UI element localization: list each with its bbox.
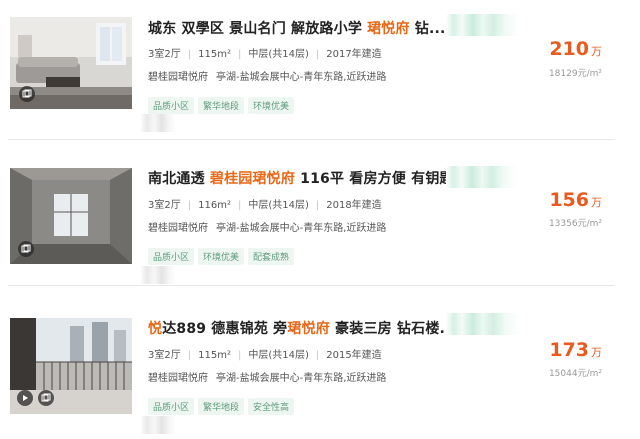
blurred-badge bbox=[446, 313, 520, 335]
title-highlight: 碧桂园珺悦府 bbox=[209, 171, 296, 187]
tag-list: 品质小区 环境优美 配套成熟 bbox=[148, 245, 298, 265]
title-text: 钻... bbox=[409, 21, 446, 37]
listing-card[interactable]: 悦达889 德惠锦苑 旁珺悦府 豪装三房 钻石楼... 3室2厅 | 115m² | 中… bbox=[0, 296, 640, 436]
total-price: 173 万 bbox=[549, 339, 602, 361]
listing-photo[interactable] bbox=[10, 17, 132, 109]
tag: 繁华地段 bbox=[198, 97, 245, 114]
separator: | bbox=[187, 49, 192, 60]
title-text: 城东 双學区 景山名门 解放路小学 bbox=[148, 21, 368, 37]
room-layout: 3室2厅 bbox=[148, 350, 181, 361]
area: 115m² bbox=[198, 350, 231, 361]
listing-title[interactable]: 悦达889 德惠锦苑 旁珺悦府 豪装三房 钻石楼... bbox=[148, 318, 456, 338]
title-highlight: 珺悦府 bbox=[287, 321, 330, 337]
area: 115m² bbox=[198, 49, 231, 60]
separator: | bbox=[315, 200, 320, 211]
listing-address: 碧桂园珺悦府 亭湖-盐城会展中心-青年东路,近跃进路 bbox=[148, 219, 394, 234]
tag: 配套成熟 bbox=[248, 248, 295, 265]
room-layout: 3室2厅 bbox=[148, 200, 181, 211]
price-value: 210 bbox=[549, 38, 589, 60]
location: 亭湖-盐城会展中心-青年东路,近跃进路 bbox=[216, 223, 387, 234]
tag-list: 品质小区 繁华地段 环境优美 bbox=[148, 94, 298, 114]
listing-address: 碧桂园珺悦府 亭湖-盐城会展中心-青年东路,近跃进路 bbox=[148, 68, 394, 83]
separator: | bbox=[237, 200, 242, 211]
build-year: 2015年建造 bbox=[326, 350, 382, 361]
tag: 品质小区 bbox=[148, 398, 195, 415]
build-year: 2017年建造 bbox=[326, 49, 382, 60]
blurred-text bbox=[140, 266, 176, 284]
location: 亭湖-盐城会展中心-青年东路,近跃进路 bbox=[216, 373, 387, 384]
community-name[interactable]: 碧桂园珺悦府 bbox=[148, 373, 208, 384]
listing-meta: 3室2厅 | 115m² | 中层(共14层) | 2017年建造 bbox=[148, 45, 382, 60]
build-year: 2018年建造 bbox=[326, 200, 382, 211]
tag: 品质小区 bbox=[148, 248, 195, 265]
tag: 品质小区 bbox=[148, 97, 195, 114]
price-unit: 万 bbox=[591, 196, 602, 209]
area: 116m² bbox=[198, 200, 231, 211]
price-unit: 万 bbox=[591, 45, 602, 58]
floor: 中层(共14层) bbox=[248, 49, 309, 60]
price-value: 156 bbox=[549, 189, 589, 211]
community-name[interactable]: 碧桂园珺悦府 bbox=[148, 72, 208, 83]
tag: 繁华地段 bbox=[198, 398, 245, 415]
listing-photo[interactable] bbox=[10, 318, 132, 414]
listing-card[interactable]: 城东 双學区 景山名门 解放路小学 珺悦府 钻... 3室2厅 | 115m² | 中层… bbox=[0, 0, 640, 140]
blurred-badge bbox=[446, 14, 520, 36]
tag: 环境优美 bbox=[198, 248, 245, 265]
listing-address: 碧桂园珺悦府 亭湖-盐城会展中心-青年东路,近跃进路 bbox=[148, 369, 394, 384]
unit-price: 15044元/m² bbox=[548, 369, 602, 379]
blurred-badge bbox=[446, 166, 518, 188]
title-highlight: 珺悦府 bbox=[367, 21, 410, 37]
gallery-icon[interactable] bbox=[18, 241, 34, 257]
listing-photo[interactable] bbox=[10, 168, 132, 264]
separator: | bbox=[237, 350, 242, 361]
divider bbox=[8, 139, 615, 140]
separator: | bbox=[315, 350, 320, 361]
separator: | bbox=[187, 200, 192, 211]
blurred-text bbox=[140, 416, 176, 434]
total-price: 156 万 bbox=[549, 189, 602, 211]
tag-list: 品质小区 繁华地段 安全性高 bbox=[148, 395, 298, 415]
tag: 环境优美 bbox=[248, 97, 295, 114]
price-value: 173 bbox=[549, 339, 589, 361]
listing-meta: 3室2厅 | 115m² | 中层(共14层) | 2015年建造 bbox=[148, 346, 382, 361]
title-text: 达889 德惠锦苑 旁 bbox=[162, 321, 288, 337]
divider bbox=[8, 285, 615, 286]
listing-card[interactable]: 南北通透 碧桂园珺悦府 116平 看房方便 有钥匙 3室2厅 | 116m² | 中层(… bbox=[0, 146, 640, 286]
floor: 中层(共14层) bbox=[248, 350, 309, 361]
community-name[interactable]: 碧桂园珺悦府 bbox=[148, 223, 208, 234]
title-highlight: 悦 bbox=[148, 321, 163, 337]
floor: 中层(共14层) bbox=[248, 200, 309, 211]
location: 亭湖-盐城会展中心-青年东路,近跃进路 bbox=[216, 72, 387, 83]
price-unit: 万 bbox=[591, 346, 602, 359]
tag: 安全性高 bbox=[248, 398, 295, 415]
play-icon[interactable] bbox=[17, 390, 33, 406]
gallery-icon[interactable] bbox=[19, 86, 35, 102]
listing-title[interactable]: 城东 双學区 景山名门 解放路小学 珺悦府 钻... bbox=[148, 18, 446, 38]
listing-title[interactable]: 南北通透 碧桂园珺悦府 116平 看房方便 有钥匙 bbox=[148, 168, 454, 188]
separator: | bbox=[315, 49, 320, 60]
room-layout: 3室2厅 bbox=[148, 49, 181, 60]
title-text: 豪装三房 钻石楼... bbox=[329, 321, 457, 337]
total-price: 210 万 bbox=[549, 38, 602, 60]
separator: | bbox=[237, 49, 242, 60]
title-text: 116平 看房方便 有钥匙 bbox=[295, 171, 454, 187]
unit-price: 13356元/m² bbox=[548, 219, 602, 229]
blurred-text bbox=[140, 114, 176, 132]
separator: | bbox=[187, 350, 192, 361]
unit-price: 18129元/m² bbox=[548, 69, 602, 79]
title-text: 南北通透 bbox=[148, 171, 210, 187]
listing-meta: 3室2厅 | 116m² | 中层(共14层) | 2018年建造 bbox=[148, 196, 382, 211]
gallery-icon[interactable] bbox=[38, 390, 54, 406]
